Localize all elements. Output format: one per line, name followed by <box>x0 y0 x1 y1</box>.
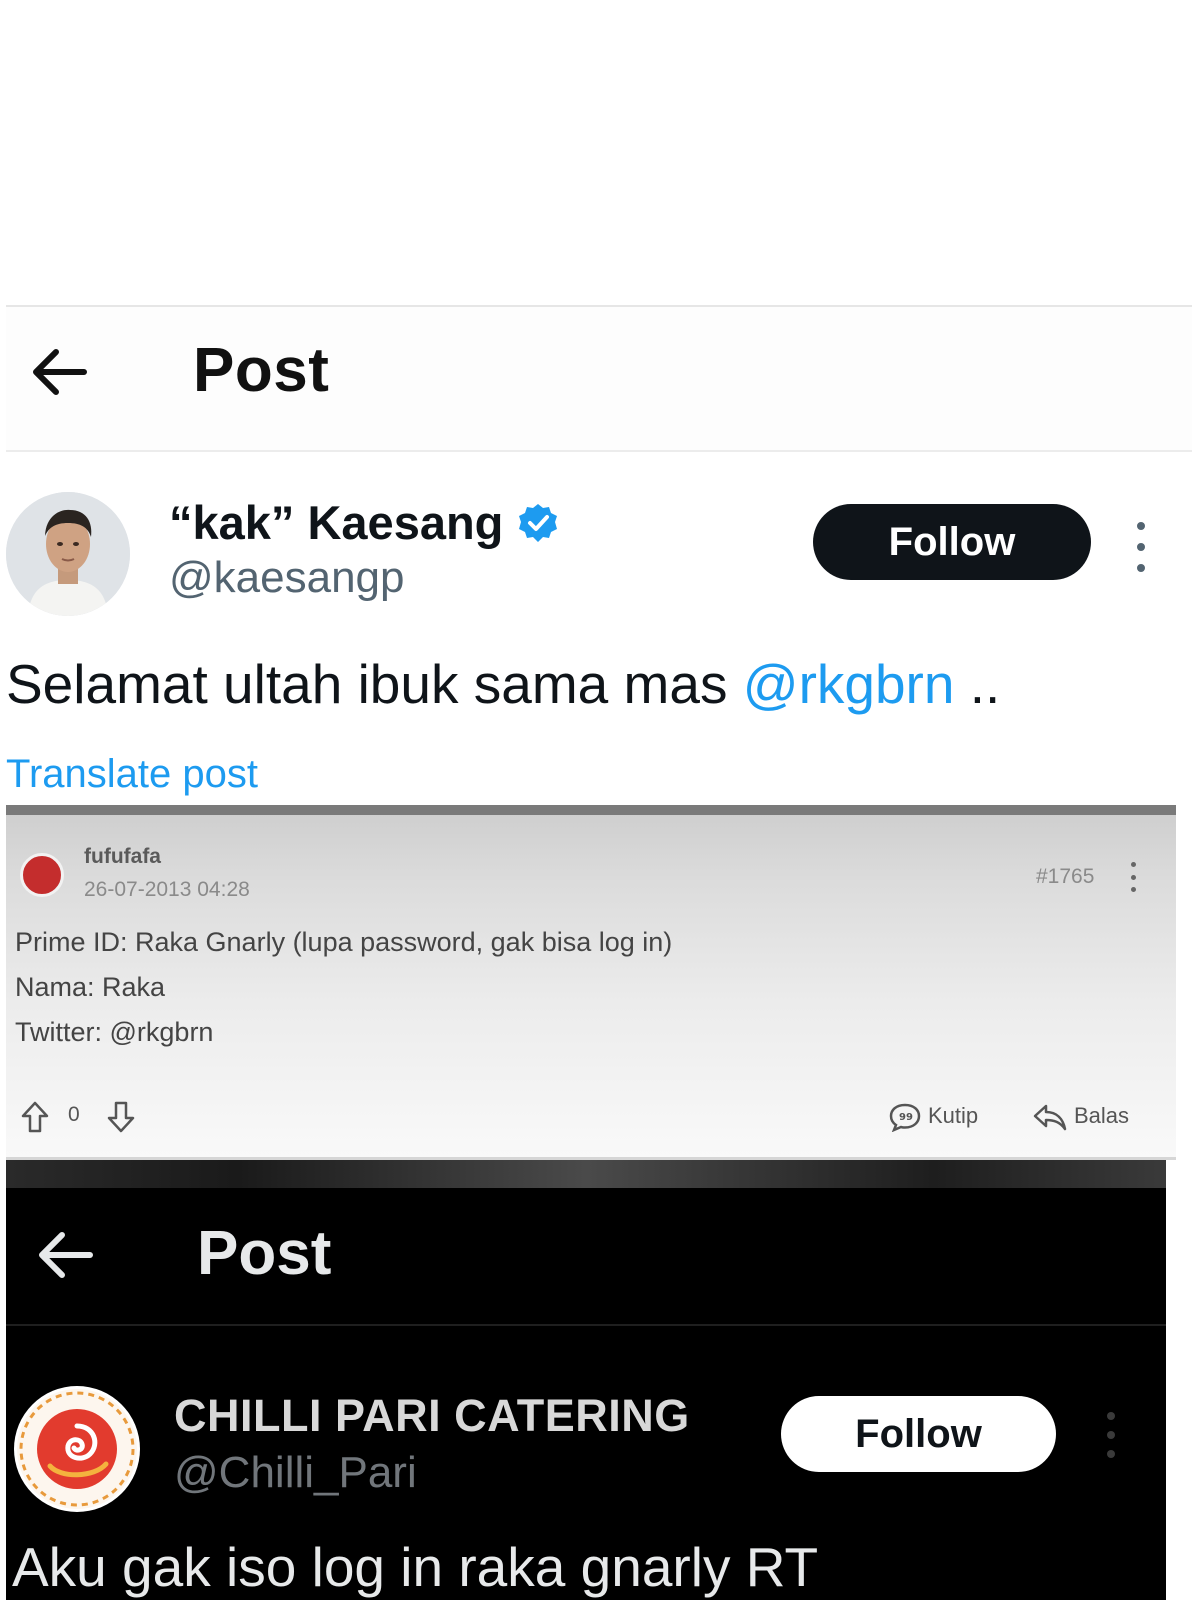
back-arrow-icon <box>33 349 87 395</box>
back-arrow-icon <box>39 1232 93 1278</box>
person-photo-icon <box>6 492 130 616</box>
page-title: Post <box>193 336 330 405</box>
forum-post-number[interactable]: #1765 <box>1036 865 1094 889</box>
forum-timestamp: 26-07-2013 04:28 <box>84 878 250 901</box>
follow-button-dark[interactable]: Follow <box>781 1396 1056 1472</box>
forum-avatar[interactable] <box>20 853 64 897</box>
back-button[interactable] <box>24 337 94 407</box>
author-name-dark[interactable]: CHILLI PARI CATERING <box>174 1390 690 1442</box>
downvote-arrow-icon[interactable] <box>106 1100 136 1134</box>
author-name-text: “kak” Kaesang <box>169 496 504 549</box>
author-handle-dark[interactable]: @Chilli_Pari <box>174 1448 417 1498</box>
more-options-icon[interactable] <box>1126 522 1156 572</box>
video-frame-strip <box>6 1160 1166 1188</box>
more-options-icon-dark[interactable] <box>1096 1412 1126 1458</box>
author-handle[interactable]: @kaesangp <box>169 553 405 603</box>
forum-more-options-icon[interactable] <box>1128 862 1138 892</box>
upvote-arrow-icon[interactable] <box>20 1100 50 1134</box>
author-name[interactable]: “kak” Kaesang <box>169 495 559 550</box>
avatar[interactable] <box>6 492 130 616</box>
reply-arrow-icon[interactable] <box>1032 1102 1068 1132</box>
translate-post-link[interactable]: Translate post <box>6 752 258 797</box>
vote-count: 0 <box>68 1103 80 1126</box>
quote-bubble-icon[interactable]: 99 <box>888 1102 922 1132</box>
reply-label[interactable]: Balas <box>1074 1103 1129 1129</box>
chilli-pari-logo-icon <box>17 1389 137 1509</box>
top-x-post: Post “kak” Kaesang @kaesangp Follow Sela… <box>6 305 1192 805</box>
catering-logo-avatar[interactable] <box>14 1386 140 1512</box>
post-header: Post <box>6 307 1192 452</box>
post-text-end: .. <box>954 653 1001 715</box>
svg-text:99: 99 <box>899 1112 913 1123</box>
verified-badge-icon <box>519 503 558 542</box>
mention-link[interactable]: @rkgbrn <box>743 653 955 715</box>
forum-line-prime-id: Prime ID: Raka Gnarly (lupa password, ga… <box>15 927 673 957</box>
forum-line-nama: Nama: Raka <box>15 972 166 1002</box>
post-text: Selamat ultah ibuk sama mas @rkgbrn .. <box>6 652 1000 716</box>
back-button-dark[interactable] <box>30 1220 100 1290</box>
forum-line-twitter: Twitter: @rkgbrn <box>15 1017 214 1047</box>
post-text-start: Selamat ultah ibuk sama mas <box>6 653 743 715</box>
quote-label[interactable]: Kutip <box>928 1103 978 1129</box>
follow-button[interactable]: Follow <box>813 504 1091 580</box>
post-text-dark: Aku gak iso log in raka gnarly RT <box>12 1536 819 1598</box>
post-header-dark: Post <box>6 1188 1166 1326</box>
page-title-dark: Post <box>197 1219 332 1288</box>
forum-post: fufufafa 26-07-2013 04:28 #1765 Prime ID… <box>6 805 1176 1160</box>
forum-username[interactable]: fufufafa <box>84 845 161 869</box>
bottom-x-post: Post CHILLI PARI CATERING @Chilli_Pari F… <box>6 1160 1166 1600</box>
